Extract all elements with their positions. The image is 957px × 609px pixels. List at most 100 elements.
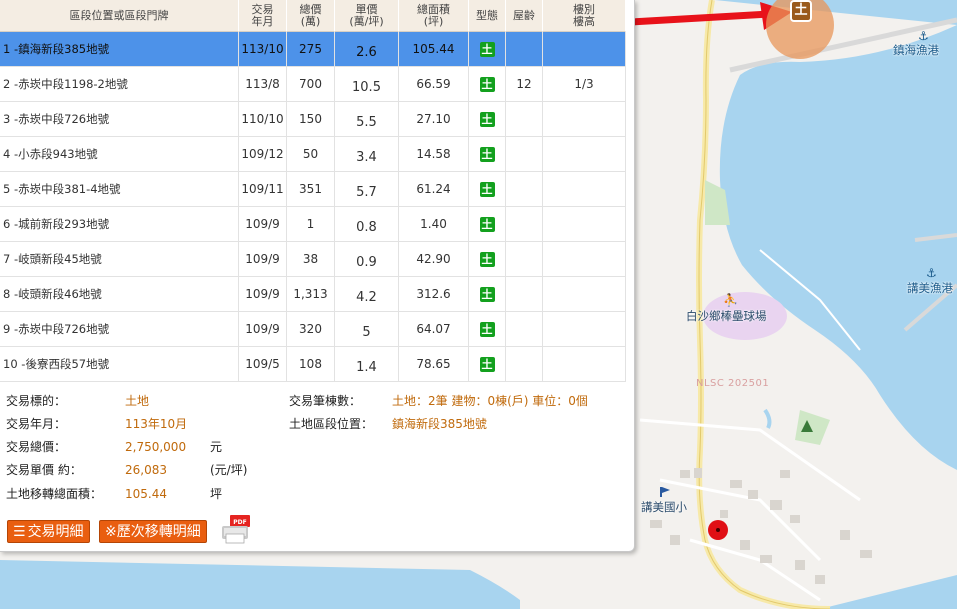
table-header-row: 區段位置或區段門牌 交易 年月 總價 (萬) 單價 (萬/坪) 總面積 (坪) 型態 屋齡樓… <box>0 0 626 32</box>
cell-type: 土 <box>469 207 506 242</box>
transaction-panel: 區段位置或區段門牌 交易 年月 總價 (萬) 單價 (萬/坪) 總面積 (坪) 型態 屋齡樓… <box>0 0 635 552</box>
cell-floor <box>543 242 626 277</box>
cell-floor <box>543 207 626 242</box>
detail-location-label: 土地區段位置： <box>289 417 374 431</box>
column-header: 區段位置或區段門牌 <box>0 0 239 32</box>
cell-unit: 10.5 <box>335 67 399 102</box>
cell-floor <box>543 312 626 347</box>
harbor-label-jiangmei: 講美漁港 <box>907 281 953 295</box>
cell-addr: 2 -赤崁中段1198-2地號 <box>0 67 239 102</box>
transaction-table: 區段位置或區段門牌 交易 年月 總價 (萬) 單價 (萬/坪) 總面積 (坪) 型態 屋齡樓… <box>0 0 626 382</box>
cell-age <box>506 137 543 172</box>
column-header: 總價 (萬) <box>287 0 335 32</box>
cell-age <box>506 102 543 137</box>
cell-age: 12 <box>506 67 543 102</box>
table-row[interactable]: 7 -岐頭新段45地號 109/9 38 0.9 42.90 土 <box>0 242 626 277</box>
table-row[interactable]: 3 -赤崁中段726地號 110/10 150 5.5 27.10 土 <box>0 102 626 137</box>
harbor-label-zhenhai: 鎮海漁港 <box>893 43 939 57</box>
detail-target-value: 土地 <box>125 394 150 408</box>
cell-addr: 6 -城前新段293地號 <box>0 207 239 242</box>
table-row[interactable]: 2 -赤崁中段1198-2地號 113/8 700 10.5 66.59 土 12 1/3 <box>0 67 626 102</box>
cell-type: 土 <box>469 32 506 67</box>
cell-total: 1 <box>287 207 335 242</box>
field-label: 白沙鄉棒壘球場 <box>686 309 767 323</box>
list-icon: ☰ <box>13 524 26 540</box>
table-row[interactable]: 1 -鎮海新段385地號 113/10 275 2.6 105.44 土 <box>0 32 626 67</box>
detail-target: 交易標的： 土地 <box>6 392 149 409</box>
cell-type: 土 <box>469 102 506 137</box>
cell-type: 土 <box>469 312 506 347</box>
cell-age <box>506 312 543 347</box>
cell-type: 土 <box>469 347 506 382</box>
transaction-detail-button[interactable]: ☰ 交易明細 <box>7 520 90 543</box>
detail-area-value: 105.44 <box>125 487 167 501</box>
detail-count-value: 土地：2筆 建物：0棟(戶) 車位：0個 <box>392 394 588 408</box>
cell-total: 320 <box>287 312 335 347</box>
detail-unit-value: 26,083 <box>125 463 167 477</box>
svg-text:⚓: ⚓ <box>918 29 929 43</box>
land-type-icon: 土 <box>479 111 495 127</box>
cell-total: 351 <box>287 172 335 207</box>
cell-addr: 4 -小赤段943地號 <box>0 137 239 172</box>
cell-floor <box>543 137 626 172</box>
detail-location-value: 鎮海新段385地號 <box>392 417 487 431</box>
cell-unit: 1.4 <box>335 347 399 382</box>
transfer-history-button[interactable]: ※歷次移轉明細 <box>99 520 207 543</box>
cell-area: 61.24 <box>399 172 469 207</box>
cell-date: 113/8 <box>239 67 287 102</box>
cell-total: 700 <box>287 67 335 102</box>
detail-total-value: 2,750,000 <box>125 440 187 454</box>
detail-total-unit: 元 <box>210 440 223 454</box>
detail-location: 土地區段位置： 鎮海新段385地號 <box>289 415 487 432</box>
cell-addr: 3 -赤崁中段726地號 <box>0 102 239 137</box>
column-header: 型態 <box>469 0 506 32</box>
cell-area: 1.40 <box>399 207 469 242</box>
table-row[interactable]: 9 -赤崁中段726地號 109/9 320 5 64.07 土 <box>0 312 626 347</box>
school-label: 講美國小 <box>641 500 687 514</box>
cell-unit: 0.8 <box>335 207 399 242</box>
svg-text:⛹: ⛹ <box>723 292 738 307</box>
detail-date: 交易年月： 113年10月 <box>6 415 187 432</box>
detail-date-value: 113年10月 <box>125 417 188 431</box>
table-row[interactable]: 10 -後寮西段57地號 109/5 108 1.4 78.65 土 <box>0 347 626 382</box>
cell-total: 50 <box>287 137 335 172</box>
cell-age <box>506 172 543 207</box>
land-type-icon: 土 <box>479 216 495 232</box>
table-row[interactable]: 4 -小赤段943地號 109/12 50 3.4 14.58 土 <box>0 137 626 172</box>
land-marker-icon[interactable]: 土 <box>790 0 812 22</box>
cell-addr: 7 -岐頭新段45地號 <box>0 242 239 277</box>
cell-addr: 5 -赤崁中段381-4地號 <box>0 172 239 207</box>
cell-floor <box>543 102 626 137</box>
land-type-icon: 土 <box>479 181 495 197</box>
svg-text:⚓: ⚓ <box>926 266 937 280</box>
cell-unit: 0.9 <box>335 242 399 277</box>
cell-total: 38 <box>287 242 335 277</box>
detail-unit-label: 交易單價 約： <box>6 463 82 477</box>
cell-total: 1,313 <box>287 277 335 312</box>
print-pdf-button[interactable]: PDF <box>220 514 252 544</box>
transfer-history-button-label: ※歷次移轉明細 <box>105 524 201 540</box>
cell-addr: 1 -鎮海新段385地號 <box>0 32 239 67</box>
detail-count-label: 交易筆棟數： <box>289 394 362 408</box>
land-type-icon: 土 <box>479 41 495 57</box>
detail-target-label: 交易標的： <box>6 394 67 408</box>
cell-date: 109/12 <box>239 137 287 172</box>
cell-unit: 5 <box>335 312 399 347</box>
cell-age <box>506 32 543 67</box>
cell-floor: 1/3 <box>543 67 626 102</box>
cell-unit: 5.7 <box>335 172 399 207</box>
detail-date-label: 交易年月： <box>6 417 67 431</box>
printer-icon: PDF <box>222 515 250 544</box>
table-row[interactable]: 8 -岐頭新段46地號 109/9 1,313 4.2 312.6 土 <box>0 277 626 312</box>
cell-area: 27.10 <box>399 102 469 137</box>
land-type-icon: 土 <box>479 76 495 92</box>
table-row[interactable]: 5 -赤崁中段381-4地號 109/11 351 5.7 61.24 土 <box>0 172 626 207</box>
land-type-icon: 土 <box>479 356 495 372</box>
cell-total: 275 <box>287 32 335 67</box>
cell-floor <box>543 172 626 207</box>
cell-unit: 4.2 <box>335 277 399 312</box>
cell-date: 113/10 <box>239 32 287 67</box>
cell-type: 土 <box>469 137 506 172</box>
table-row[interactable]: 6 -城前新段293地號 109/9 1 0.8 1.40 土 <box>0 207 626 242</box>
cell-date: 110/10 <box>239 102 287 137</box>
